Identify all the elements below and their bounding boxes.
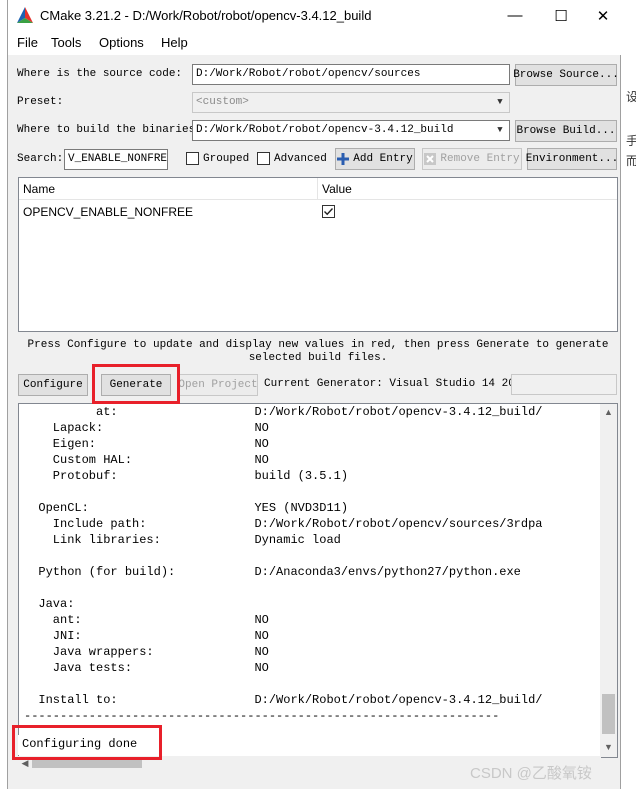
configure-button[interactable]: Configure xyxy=(18,374,88,396)
minimize-icon: — xyxy=(507,7,523,24)
plus-icon xyxy=(337,153,350,165)
vertical-scroll-thumb[interactable] xyxy=(602,694,615,734)
value-checkbox[interactable] xyxy=(322,205,335,218)
menu-bar: File Tools Options Help xyxy=(8,31,622,55)
watermark: CSDN @乙酸氧铵 xyxy=(470,765,592,782)
open-project-button[interactable]: Open Project xyxy=(178,374,258,396)
add-entry-label: Add Entry xyxy=(353,153,413,165)
build-path-value: D:/Work/Robot/robot/opencv-3.4.12_build xyxy=(196,124,454,136)
close-icon: ✕ xyxy=(596,7,610,25)
row-name: OPENCV_ENABLE_NONFREE xyxy=(23,205,194,219)
preset-select[interactable]: <custom> ▼ xyxy=(192,92,510,113)
build-path-combo[interactable]: D:/Work/Robot/robot/opencv-3.4.12_build … xyxy=(192,120,510,141)
remove-entry-button[interactable]: Remove Entry xyxy=(422,148,522,170)
background-strip xyxy=(620,0,636,789)
output-text: at: D:/Work/Robot/robot/opencv-3.4.12_bu… xyxy=(24,405,543,723)
table-header: Name Value xyxy=(19,178,617,200)
minimize-button[interactable]: — xyxy=(492,0,538,31)
column-name-header[interactable]: Name xyxy=(23,182,55,196)
background-glyph-3: 而 xyxy=(626,154,636,168)
menu-file[interactable]: File xyxy=(17,35,38,50)
scroll-down-icon[interactable]: ▼ xyxy=(600,739,617,755)
close-button[interactable]: ✕ xyxy=(584,0,622,31)
scroll-up-icon[interactable]: ▲ xyxy=(600,404,617,420)
browse-source-button[interactable]: Browse Source... xyxy=(513,64,619,86)
output-log[interactable]: at: D:/Work/Robot/robot/opencv-3.4.12_bu… xyxy=(18,403,618,758)
preset-value: <custom> xyxy=(196,96,249,108)
environment-button[interactable]: Environment... xyxy=(526,148,618,170)
maximize-icon: ☐ xyxy=(554,7,568,25)
hint-text: Press Configure to update and display ne… xyxy=(27,339,609,364)
vertical-scrollbar[interactable]: ▲ ▼ xyxy=(600,404,617,757)
source-label: Where is the source code: xyxy=(17,68,183,80)
maximize-button[interactable]: ☐ xyxy=(538,0,584,31)
menu-help[interactable]: Help xyxy=(161,35,188,50)
source-path-field[interactable]: D:/Work/Robot/robot/opencv/sources xyxy=(192,64,510,85)
grouped-label: Grouped xyxy=(203,153,250,165)
title-bar: CMake 3.21.2 - D:/Work/Robot/robot/openc… xyxy=(8,0,622,31)
cmake-window: CMake 3.21.2 - D:/Work/Robot/robot/openc… xyxy=(7,0,622,789)
menu-options[interactable]: Options xyxy=(99,35,144,50)
generate-highlight-box xyxy=(92,364,180,404)
preset-label: Preset: xyxy=(17,96,64,108)
search-label: Search: xyxy=(17,153,64,165)
progress-bar xyxy=(511,374,617,395)
chevron-down-icon: ▼ xyxy=(497,125,503,135)
window-title: CMake 3.21.2 - D:/Work/Robot/robot/openc… xyxy=(40,8,372,23)
browse-build-button[interactable]: Browse Build... xyxy=(515,120,617,142)
status-highlight-box xyxy=(12,725,162,760)
column-separator xyxy=(317,178,318,200)
cmake-logo-icon xyxy=(17,7,33,23)
advanced-label: Advanced xyxy=(274,153,327,165)
grouped-checkbox[interactable] xyxy=(186,152,199,165)
cache-table: Name Value OPENCV_ENABLE_NONFREE xyxy=(18,177,618,332)
menu-tools[interactable]: Tools xyxy=(51,35,81,50)
add-entry-button[interactable]: Add Entry xyxy=(335,148,415,170)
background-glyph-2: 手 xyxy=(626,134,636,148)
current-generator-label: Current Generator: Visual Studio 14 2015 xyxy=(264,378,529,390)
remove-entry-label: Remove Entry xyxy=(440,153,520,165)
remove-icon xyxy=(424,153,437,165)
build-label: Where to build the binaries: xyxy=(17,124,202,136)
advanced-checkbox[interactable] xyxy=(257,152,270,165)
column-value-header[interactable]: Value xyxy=(322,182,352,196)
search-input[interactable]: V_ENABLE_NONFREE xyxy=(64,149,168,170)
background-glyph-1: 设 xyxy=(626,90,636,104)
chevron-down-icon: ▼ xyxy=(497,97,503,107)
